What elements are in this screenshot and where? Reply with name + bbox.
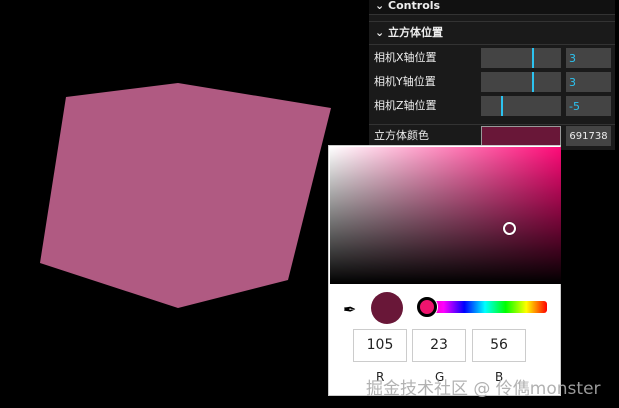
camera-y-input[interactable]: 3 [566,72,611,92]
saturation-cursor[interactable] [503,222,516,235]
camera-z-label: 相机Z轴位置 [374,99,437,112]
camera-y-row: 相机Y轴位置 3 [369,71,615,93]
camera-x-row: 相机X轴位置 3 [369,47,615,69]
controls-header[interactable]: ⌄ Controls [369,0,615,15]
blue-input[interactable]: 56 [472,329,526,362]
camera-y-label: 相机Y轴位置 [374,75,436,88]
cube-color-row: 立方体颜色 691738 [369,124,615,147]
green-input[interactable]: 23 [412,329,466,362]
camera-y-slider[interactable] [481,72,561,92]
camera-x-label: 相机X轴位置 [374,51,437,64]
color-preview [371,292,403,324]
color-picker: ✒ 105 23 56 R G B [328,145,561,396]
color-hex-input[interactable]: 691738 [566,126,611,146]
camera-z-row: 相机Z轴位置 -5 [369,95,615,117]
folder-title: 立方体位置 [388,26,444,39]
hue-slider[interactable] [423,301,547,313]
camera-x-input[interactable]: 3 [566,48,611,68]
camera-z-slider[interactable] [481,96,561,116]
red-input[interactable]: 105 [353,329,407,362]
controls-title: Controls [388,0,441,12]
folder-cube-position[interactable]: ⌄ 立方体位置 [369,21,615,45]
saturation-area[interactable] [330,147,561,284]
eyedropper-icon[interactable]: ✒ [343,300,356,319]
watermark: 掘金技术社区 @ 伶儁monster [366,379,601,399]
camera-z-input[interactable]: -5 [566,96,611,116]
cube [40,83,331,308]
cube-color-label: 立方体颜色 [374,129,429,142]
color-swatch[interactable] [481,126,561,146]
hue-handle[interactable] [417,297,437,317]
controls-panel: ⌄ Controls ⌄ 立方体位置 相机X轴位置 3 相机Y轴位置 3 相机Z轴位… [369,0,615,150]
camera-x-slider[interactable] [481,48,561,68]
